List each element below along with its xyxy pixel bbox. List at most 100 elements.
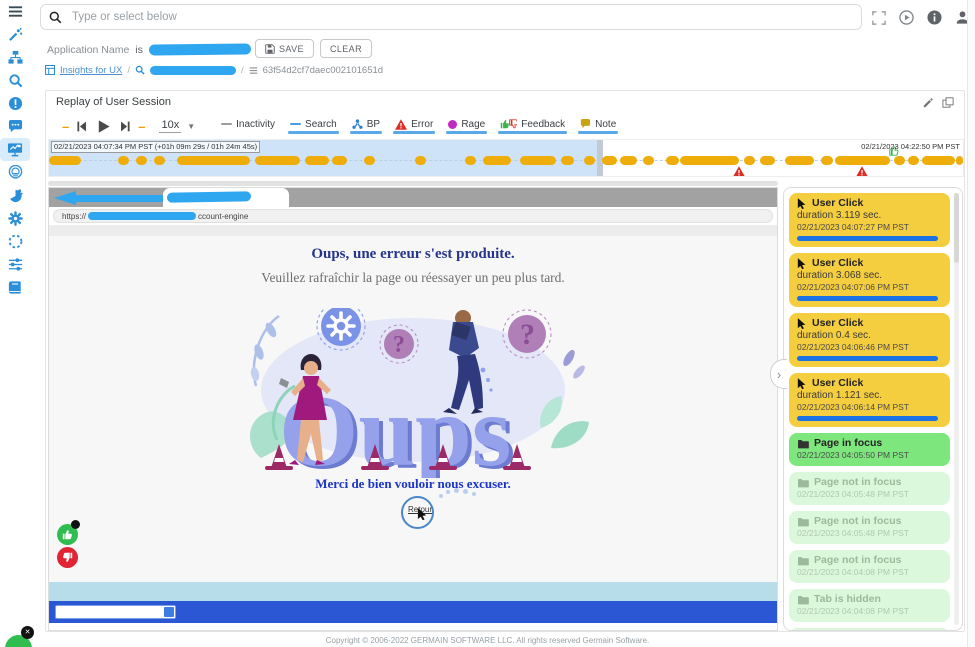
event-duration: duration 3.068 sec. bbox=[797, 270, 942, 282]
search-nav-icon[interactable] bbox=[0, 69, 30, 92]
replayed-page-lightblue-bar bbox=[49, 582, 777, 601]
event-timestamp: 02/21/2023 04:05:48 PM PST bbox=[797, 528, 942, 538]
event-card[interactable]: User Clickduration 1.121 sec.02/21/2023 … bbox=[789, 373, 950, 427]
speed-decrease-button[interactable]: – bbox=[56, 119, 75, 134]
gear-icon[interactable] bbox=[0, 207, 30, 230]
chat-icon[interactable] bbox=[0, 115, 30, 138]
info-icon[interactable] bbox=[927, 10, 942, 25]
legend-inactivity[interactable]: Inactivity bbox=[221, 119, 275, 134]
active-tab[interactable] bbox=[163, 188, 289, 207]
horizontal-scrollbar[interactable] bbox=[48, 181, 778, 186]
alert-icon[interactable] bbox=[0, 92, 30, 115]
broadcast-icon[interactable] bbox=[0, 161, 30, 184]
activity-burst bbox=[49, 156, 81, 165]
activity-burst bbox=[364, 156, 375, 165]
replayed-search-field[interactable] bbox=[55, 605, 176, 619]
folder-icon bbox=[797, 517, 809, 527]
global-search-bar bbox=[40, 4, 862, 30]
pie-chart-icon[interactable] bbox=[0, 184, 30, 207]
skip-start-button[interactable] bbox=[75, 120, 88, 133]
table-icon bbox=[45, 65, 55, 75]
copyright-footer: Copyright © 2006-2022 GERMAIN SOFTWARE L… bbox=[0, 636, 975, 645]
activity-burst bbox=[922, 156, 955, 165]
event-timestamp: 02/21/2023 04:07:27 PM PST bbox=[797, 222, 942, 232]
activity-burst bbox=[744, 156, 755, 165]
activity-burst bbox=[680, 156, 739, 165]
folder-icon bbox=[797, 478, 809, 488]
event-duration: duration 0.4 sec. bbox=[797, 330, 942, 342]
play-circle-icon[interactable] bbox=[899, 10, 914, 25]
legend-feedback[interactable]: Feedback bbox=[500, 118, 565, 134]
feedback-badge bbox=[71, 520, 80, 529]
event-title: User Click bbox=[812, 317, 863, 330]
error-marker-icon[interactable] bbox=[856, 166, 868, 177]
export-window-icon[interactable] bbox=[942, 97, 954, 108]
thumbs-down-button[interactable] bbox=[57, 547, 78, 568]
timeline-start-label: 02/21/2023 04:07:34 PM PST (+01h 09m 29s… bbox=[51, 141, 260, 153]
breadcrumb-insights-link[interactable]: Insights for UX bbox=[60, 65, 122, 76]
fullscreen-icon[interactable] bbox=[872, 11, 886, 25]
events-panel: User Clickduration 3.119 sec.02/21/2023 … bbox=[783, 187, 963, 631]
panel-title: Replay of User Session bbox=[56, 96, 171, 108]
folder-icon bbox=[797, 439, 809, 449]
event-card[interactable]: Page not in focus02/21/2023 04:04:08 PM … bbox=[789, 550, 950, 583]
activity-burst bbox=[584, 156, 595, 165]
event-card[interactable]: User Clickduration 3.068 sec.02/21/2023 … bbox=[789, 253, 950, 307]
sliders-icon[interactable] bbox=[0, 253, 30, 276]
error-marker-icon[interactable] bbox=[733, 166, 745, 177]
event-card[interactable]: Tab is hidden02/21/2023 04:04:08 PM PST bbox=[789, 628, 950, 631]
activity-burst bbox=[821, 156, 833, 165]
cursor-icon bbox=[417, 508, 428, 520]
save-button[interactable]: SAVE bbox=[255, 39, 314, 58]
skip-end-button[interactable] bbox=[119, 120, 132, 133]
event-title: Page not in focus bbox=[814, 515, 902, 528]
svg-text:?: ? bbox=[520, 318, 535, 351]
page-scrollbar[interactable] bbox=[967, 0, 975, 647]
activity-burst bbox=[136, 156, 147, 165]
session-replay-icon[interactable] bbox=[0, 138, 30, 161]
sitemap-icon[interactable] bbox=[0, 46, 30, 69]
book-icon[interactable] bbox=[0, 276, 30, 299]
speed-increase-button[interactable]: – bbox=[132, 119, 151, 134]
chat-close-badge[interactable]: ✕ bbox=[21, 626, 34, 639]
edit-icon[interactable] bbox=[923, 97, 934, 108]
event-timestamp: 02/21/2023 04:06:46 PM PST bbox=[797, 342, 942, 352]
replayed-page-navbar bbox=[49, 601, 777, 623]
event-title: User Click bbox=[812, 257, 863, 270]
dashed-circle-icon[interactable] bbox=[0, 230, 30, 253]
event-duration: duration 1.121 sec. bbox=[797, 390, 942, 402]
speed-select[interactable]: 10x bbox=[159, 119, 181, 133]
breadcrumb-separator: / bbox=[241, 65, 244, 76]
global-search-input[interactable] bbox=[70, 10, 853, 24]
play-button[interactable] bbox=[96, 119, 111, 134]
event-card[interactable]: Page not in focus02/21/2023 04:05:48 PM … bbox=[789, 511, 950, 544]
left-sidebar bbox=[0, 0, 30, 647]
menu-icon[interactable] bbox=[0, 0, 30, 23]
activity-burst bbox=[154, 156, 165, 165]
activity-burst bbox=[520, 156, 557, 165]
error-page-title: Oups, une erreur s'est produite. bbox=[49, 246, 777, 263]
activity-burst bbox=[956, 156, 963, 165]
legend-search[interactable]: Search bbox=[290, 119, 337, 134]
wand-icon[interactable] bbox=[0, 23, 30, 46]
activity-burst bbox=[620, 156, 636, 165]
activity-burst bbox=[760, 156, 775, 165]
legend-note[interactable]: Note bbox=[580, 119, 616, 134]
event-card[interactable]: User Clickduration 0.4 sec.02/21/2023 04… bbox=[789, 313, 950, 367]
event-timestamp: 02/21/2023 04:05:48 PM PST bbox=[797, 489, 942, 499]
legend-bp[interactable]: BP bbox=[352, 119, 380, 134]
event-timestamp: 02/21/2023 04:06:14 PM PST bbox=[797, 402, 942, 412]
chevron-down-icon[interactable]: ▼ bbox=[187, 122, 195, 131]
event-title: Tab is hidden bbox=[814, 593, 881, 606]
field-action-icon bbox=[164, 607, 174, 617]
legend-rage[interactable]: Rage bbox=[448, 119, 485, 134]
legend-error[interactable]: Error bbox=[395, 119, 433, 134]
clear-button[interactable]: CLEAR bbox=[320, 39, 372, 58]
session-timeline[interactable]: 02/21/2023 04:07:34 PM PST (+01h 09m 29s… bbox=[48, 139, 964, 177]
event-card[interactable]: Tab is hidden02/21/2023 04:04:08 PM PST bbox=[789, 589, 950, 622]
event-title: User Click bbox=[812, 377, 863, 390]
event-card[interactable]: Page in focus02/21/2023 04:05:50 PM PST bbox=[789, 433, 950, 466]
event-card[interactable]: User Clickduration 3.119 sec.02/21/2023 … bbox=[789, 193, 950, 247]
event-card[interactable]: Page not in focus02/21/2023 04:05:48 PM … bbox=[789, 472, 950, 505]
activity-burst bbox=[483, 156, 510, 165]
